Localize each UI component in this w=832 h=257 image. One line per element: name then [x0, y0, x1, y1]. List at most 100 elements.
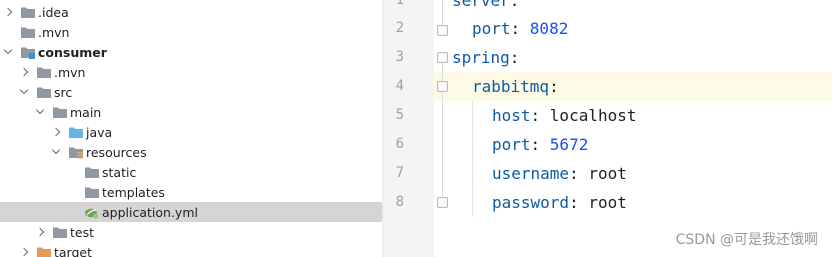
indent-guide — [472, 101, 473, 217]
yaml-separator: : — [569, 164, 589, 183]
yaml-value: root — [588, 164, 627, 183]
fold-start-icon[interactable] — [437, 81, 448, 92]
tree-item-label: .mvn — [54, 64, 86, 80]
fold-range-line — [442, 63, 443, 81]
yaml-separator: : — [569, 193, 589, 212]
fold-start-icon[interactable] — [437, 52, 448, 63]
line-number: 1 — [395, 0, 404, 8]
csdn-watermark: CSDN @可是我还饿啊 — [675, 232, 818, 248]
line-number: 6 — [395, 136, 404, 152]
line-number: 2 — [395, 20, 404, 36]
yaml-separator: : — [509, 0, 520, 10]
target-folder-icon — [36, 245, 52, 257]
yaml-key: rabbitmq — [472, 77, 550, 96]
fold-end-icon[interactable] — [437, 197, 448, 208]
fold-range-line — [442, 0, 443, 25]
tree-item-label: .idea — [38, 4, 69, 20]
line-number: 8 — [395, 194, 404, 210]
tree-item[interactable]: src — [0, 82, 382, 102]
chevron-down-icon[interactable] — [52, 142, 62, 162]
code-line[interactable]: server: — [452, 0, 519, 15]
yaml-key: port — [492, 135, 531, 154]
tree-item[interactable]: resources — [0, 142, 382, 162]
yaml-separator: : — [549, 77, 559, 96]
source-folder-icon — [68, 125, 84, 139]
line-number-gutter: 1 2 3 4 5 6 7 8 — [384, 0, 434, 257]
code-editor[interactable]: 12345678 server: port: 8082 spring: rabbitm… — [384, 0, 832, 257]
tree-item-label: main — [70, 104, 102, 120]
code-line[interactable]: username: root — [452, 159, 627, 188]
line-number: 3 — [395, 49, 404, 65]
yaml-key: host — [492, 106, 531, 125]
tree-item-label: target — [54, 244, 93, 257]
yaml-value: root — [588, 193, 627, 212]
folder-icon — [20, 5, 36, 19]
code-line[interactable]: rabbitmq: — [434, 72, 832, 101]
tree-item-label: src — [54, 84, 73, 100]
line-number: 5 — [395, 107, 404, 123]
line-number: 4 — [395, 78, 404, 94]
yaml-key: port — [472, 19, 511, 38]
folder-icon — [20, 25, 36, 39]
tree-item[interactable]: .idea — [0, 2, 382, 22]
chevron-down-icon[interactable] — [4, 42, 14, 62]
folder-icon — [84, 185, 100, 199]
yaml-separator: : — [530, 106, 550, 125]
yaml-value: 8082 — [529, 19, 569, 38]
chevron-right-icon[interactable] — [4, 2, 14, 22]
chevron-right-icon[interactable] — [36, 222, 46, 242]
yaml-file-icon — [84, 205, 100, 219]
module-folder-icon — [20, 45, 36, 59]
tree-item[interactable]: templates — [0, 182, 382, 202]
chevron-right-icon[interactable] — [52, 122, 62, 142]
tree-item[interactable]: static — [0, 162, 382, 182]
yaml-key: server — [452, 0, 510, 10]
tree-item[interactable]: test — [0, 222, 382, 242]
yaml-separator: : — [509, 48, 520, 67]
folder-icon — [36, 65, 52, 79]
code-line[interactable]: port: 8082 — [452, 14, 568, 43]
folder-icon — [36, 85, 52, 99]
folder-icon — [52, 105, 68, 119]
tree-item[interactable]: consumer — [0, 42, 382, 62]
fold-range-line — [442, 92, 443, 197]
tree-item[interactable]: target — [0, 242, 382, 257]
chevron-right-icon[interactable] — [20, 242, 30, 257]
tree-item[interactable]: .mvn — [0, 22, 382, 42]
tree-item-label: consumer — [38, 44, 107, 60]
tree-item[interactable]: main — [0, 102, 382, 122]
code-line[interactable]: host: localhost — [452, 101, 637, 130]
chevron-down-icon[interactable] — [20, 82, 30, 102]
yaml-separator: : — [530, 135, 550, 154]
code-line[interactable]: password: root — [452, 188, 627, 217]
yaml-key: username — [492, 164, 570, 183]
yaml-separator: : — [510, 19, 530, 38]
yaml-value: 5672 — [549, 135, 589, 154]
yaml-value: localhost — [549, 106, 637, 125]
fold-end-icon[interactable] — [437, 25, 448, 36]
tree-item-label: static — [102, 164, 137, 180]
folder-icon — [52, 225, 68, 239]
chevron-right-icon[interactable] — [20, 62, 30, 82]
tree-item[interactable]: java — [0, 122, 382, 142]
tree-item-label: test — [70, 224, 95, 240]
tree-item-label: templates — [102, 184, 165, 200]
chevron-down-icon[interactable] — [36, 102, 46, 122]
tree-item[interactable]: application.yml — [0, 202, 382, 222]
yaml-key: password — [492, 193, 570, 212]
code-line[interactable]: spring: — [452, 43, 519, 72]
tree-item-label: java — [86, 124, 113, 140]
tree-item[interactable]: .mvn — [0, 62, 382, 82]
yaml-key: spring — [452, 48, 510, 67]
resources-folder-icon — [68, 145, 84, 159]
tree-item-label: resources — [86, 144, 147, 160]
tree-item-label: .mvn — [38, 24, 70, 40]
project-tree: .idea .mvn consumer .mvn src main java resource… — [0, 0, 382, 257]
line-number: 7 — [395, 165, 404, 181]
folder-icon — [84, 165, 100, 179]
tree-item-label: application.yml — [102, 204, 198, 220]
